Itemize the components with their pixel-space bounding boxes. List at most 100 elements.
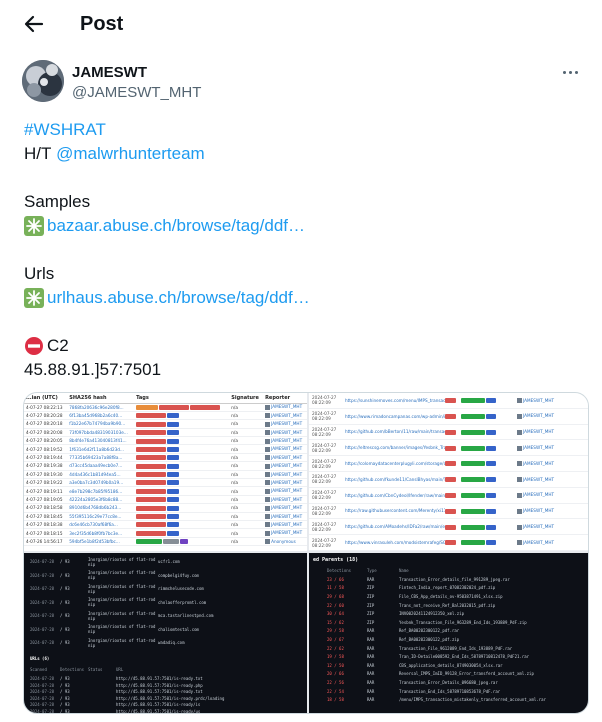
row-filename[interactable]: Yesbnk_Transaction_File_963289_End_Ids_1… [399,620,588,625]
media-urlhaus-screenshot[interactable]: 2024-07-27 08:22:09 https://sunshinemoves… [309,393,588,551]
row-url-link[interactable]: https://github.com/AMoadehs/IDFa2/raw/ma… [345,524,445,529]
row-filename[interactable]: Transaction_End_Ids_58789710853678_PdF.r… [399,689,588,694]
tag-badge[interactable] [486,524,496,530]
tag-badge[interactable] [167,480,180,486]
media-threat-screenshot[interactable]: 2024-07-28 / 93 Inorgian/rioxtus of flat-r… [24,553,307,713]
tag-badge[interactable] [461,492,485,498]
mention-link[interactable]: @malwrhunterteam [56,142,205,166]
row-reporter[interactable]: JAMESWT_MHT [263,495,307,505]
row-hash-link[interactable]: a3e0ba7c3d0749b0a19... [67,478,135,488]
row-reporter[interactable]: JAMESWT_MHT [263,461,307,471]
table-row[interactable]: 22 / 56 RAR Transaction_Error_Details_0966… [309,678,588,687]
table-row[interactable]: 2024-07-28 / 93 http://45.88.91.57:7501/is… [30,675,307,682]
row-url[interactable]: http://45.88.91.57:7501/is-ready.prdc/lo… [116,696,256,701]
table-row[interactable]: 4-07-27 08:19:38 d73cc45daaa49ecb0e7... n/… [24,461,307,471]
table-row[interactable]: 4-07-27 08:20:28 6f13ba45d968b2a6c40... n/… [24,411,307,421]
table-row[interactable]: 2024-07-28 / 93 Inorgian/rioxtus of flat-r… [30,555,307,569]
row-hash-link[interactable]: d73cc45daaa49ecb0e7... [67,461,135,471]
table-row[interactable]: 23 / 66 RAR Transaction_Error_details_file… [309,575,588,584]
row-hash-link[interactable]: 73f097bbda4831903103e... [67,428,135,438]
row-url[interactable]: http://45.88.91.57:7501/is-ready.txt [116,676,256,681]
tag-badge[interactable] [461,540,485,546]
row-host[interactable]: ucfr1.com [158,559,248,564]
tag-badge[interactable] [136,421,167,427]
row-hash-link[interactable]: 6f13ba45d968b2a6c40... [67,411,135,421]
row-reporter[interactable]: JAMESWT_MHT [517,492,577,498]
table-row[interactable]: 4-07-27 08:19:44 77335b69423a7a88f8a... n/… [24,453,307,463]
table-row[interactable]: 2024-07-28 / 93 Inorgian/rioxtus of flat-r… [30,596,307,610]
tag-badge[interactable] [136,514,167,520]
row-hash-link[interactable]: 4d4a436c1b81d94ea5... [67,470,135,480]
row-url-link[interactable]: https://raw.githubusercontent.com/Merent… [345,508,445,513]
tag-badge[interactable] [167,522,180,528]
tag-badge[interactable] [167,413,180,419]
row-filename[interactable]: Fintech_India_report_07082302024_pdf.zip [399,585,588,590]
row-url-link[interactable]: https://eltrescsg.com/banner/images/Yesb… [345,445,445,450]
row-reporter[interactable]: JAMESWT_MHT [263,403,307,412]
tag-badge[interactable] [461,429,485,435]
row-reporter[interactable]: JAMESWT_MHT [517,508,577,514]
table-row[interactable]: 4-07-27 08:18:58 8910d6b4768db6b243... n/a… [24,503,307,513]
row-host[interactable]: wadadiq.com [158,640,248,645]
table-row[interactable]: 2024-07-27 08:22:09 https://colomaydatace… [309,456,588,472]
table-row[interactable]: 20 / 67 RAR Ref_BA00202300122_pdf.zip [309,635,588,644]
samples-link[interactable]: bazaar.abuse.ch/browse/tag/ddf… [47,214,305,238]
tag-badge[interactable] [136,488,167,494]
row-url-link[interactable]: https://www.vinrasuleh.com/modsistemrafe… [345,540,445,545]
table-row[interactable]: 2024-07-27 08:22:09 https://github.com/Cb… [309,488,588,504]
tag-badge[interactable] [167,497,180,503]
row-filename[interactable]: Transaction_File_9612089_End_Ids_193889_… [399,646,588,651]
table-row[interactable]: 29 / 68 ZIP File_CBS_App_details_ov-950387… [309,592,588,601]
tag-badge[interactable] [167,463,180,469]
table-row[interactable]: 4-07-27 08:20:18 f1b22e67b74794ba9b90... n… [24,419,307,429]
tag-badge[interactable] [167,430,180,436]
row-reporter[interactable]: JAMESWT_MHT [517,477,577,483]
tag-badge[interactable] [136,530,167,536]
table-row[interactable]: 4-07-27 08:19:22 a3e0ba7c3d0749b0a19... n/… [24,478,307,488]
tag-badge[interactable] [486,398,496,404]
table-row[interactable]: 4-07-27 08:22:13 7868fa20636c96e280f8... n… [24,403,307,412]
row-host[interactable]: mca.tastarlinestpnd.com [158,613,248,618]
tag-badge[interactable] [486,413,496,419]
table-row[interactable]: 2024-07-28 / 93 http://45.88.91.57:7501/is… [30,708,307,713]
table-row[interactable]: 2024-07-28 / 93 Inorgian/rioxtus of flat-r… [30,623,307,637]
table-row[interactable]: 2024-07-27 08:22:09 https://github.com/fk… [309,472,588,488]
table-row[interactable]: 2024-07-27 08:22:09 https://www.rimadonca… [309,409,588,425]
author-name[interactable]: JAMESWT [72,64,147,82]
row-filename[interactable]: Ref_BA00202300122_pdf.rar [399,628,588,633]
table-row[interactable]: 2024-07-27 08:22:09 https://www.vinrasule… [309,535,588,551]
row-reporter[interactable]: JAMESWT_MHT [517,413,577,419]
table-row[interactable]: 20 / 66 RAR Reversal_IMPS_ImID_99128_Error… [309,670,588,679]
row-filename[interactable]: Tran_ID-Detaile008592_End_Ids_5878971081… [399,654,588,659]
table-row[interactable]: 15 / 62 ZIP Yesbnk_Transaction_File_963289… [309,618,588,627]
table-row[interactable]: 2024-07-28 / 93 Inorgian/rioxtus of flat-r… [30,636,307,650]
tag-badge[interactable] [136,438,167,444]
tag-badge[interactable] [136,522,167,528]
row-host[interactable]: cholaofferpromtl.com [158,600,248,605]
table-row[interactable]: 18 / 58 RAR/menu/IMPS_transaction_mistake… [309,695,588,704]
row-filename[interactable]: Transaction_Error_Details_096680_jpeg.ra… [399,680,588,685]
row-hash-link[interactable]: 7868fa20636c96e280f8... [67,403,135,412]
row-hash-link[interactable]: 55f395116c29e77cc8e... [67,512,135,521]
row-url-link[interactable]: https://www.rimadoncampanas.com/wp-admin… [345,414,445,419]
hashtag-link[interactable]: #WSHRAT [24,118,106,142]
tag-badge[interactable] [167,446,180,452]
tag-badge[interactable] [486,492,496,498]
tag-badge[interactable] [159,404,190,410]
row-url-link[interactable]: https://github.com/bBerton/11/raw/main/t… [345,429,445,434]
tag-badge[interactable] [167,438,180,444]
tag-badge[interactable] [136,497,167,503]
row-url[interactable]: http://45.88.91.57:7501/is-ready/is [116,702,256,707]
row-hash-link[interactable]: 1f631e6d2f11a8b6d23d... [67,444,135,454]
table-row[interactable]: 22 / 62 RAR Transaction_File_9612089_End_I… [309,644,588,653]
table-row[interactable]: 2024-07-27 08:22:09 https://eltrescsg.com… [309,440,588,457]
row-url-link[interactable]: https://sunshinemoves.com/menu/IMPS_tran… [345,398,445,403]
tag-badge[interactable] [461,445,485,451]
row-hash-link[interactable]: 8910d6b4768db6b243... [67,503,135,513]
tag-badge[interactable] [190,404,221,410]
table-row[interactable]: 4-07-27 08:18:15 3ec2f35d6b8f0fb7bc3e... n… [24,528,307,538]
row-reporter[interactable]: JAMESWT_MHT [517,429,577,435]
tag-badge[interactable] [180,539,189,545]
row-reporter[interactable]: JAMESWT_MHT [263,436,307,446]
table-row[interactable]: 2024-07-27 08:22:09 https://github.com/AM… [309,519,588,536]
